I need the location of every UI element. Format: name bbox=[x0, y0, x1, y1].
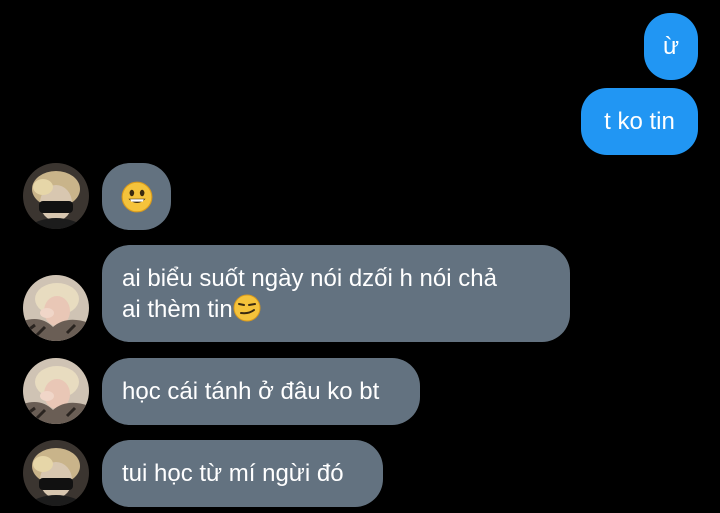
message-bubble-received[interactable]: học cái tánh ở đâu ko bt bbox=[102, 358, 420, 425]
avatar-photo-dark bbox=[23, 440, 89, 506]
message-text: ai thèm tin bbox=[122, 296, 233, 323]
smirking-face-emoji-icon bbox=[233, 294, 261, 323]
message-text-line: ai thèm tin bbox=[122, 294, 570, 325]
message-bubble-received[interactable]: tui học từ mí ngừi đó bbox=[102, 440, 383, 507]
contact-avatar[interactable] bbox=[23, 163, 89, 229]
contact-avatar[interactable] bbox=[23, 440, 89, 506]
message-bubble-received[interactable] bbox=[102, 163, 171, 230]
message-text-line: ai biểu suốt ngày nói dzối h nói chả bbox=[122, 265, 497, 292]
avatar-photo-light bbox=[23, 275, 89, 341]
avatar-photo-light bbox=[23, 358, 89, 424]
message-bubble-sent[interactable]: t ko tin bbox=[581, 88, 698, 155]
message-text: tui học từ mí ngừi đó bbox=[122, 459, 344, 487]
message-text: t ko tin bbox=[604, 107, 675, 135]
contact-avatar[interactable] bbox=[23, 275, 89, 341]
message-bubble-received[interactable]: ai biểu suốt ngày nói dzối h nói chả ai … bbox=[102, 245, 570, 342]
grinning-face-emoji-icon bbox=[121, 181, 153, 213]
contact-avatar[interactable] bbox=[23, 358, 89, 424]
message-text: học cái tánh ở đâu ko bt bbox=[122, 377, 380, 405]
message-text: ừ bbox=[662, 32, 680, 60]
avatar-photo-dark bbox=[23, 163, 89, 229]
message-bubble-sent[interactable]: ừ bbox=[644, 13, 698, 80]
